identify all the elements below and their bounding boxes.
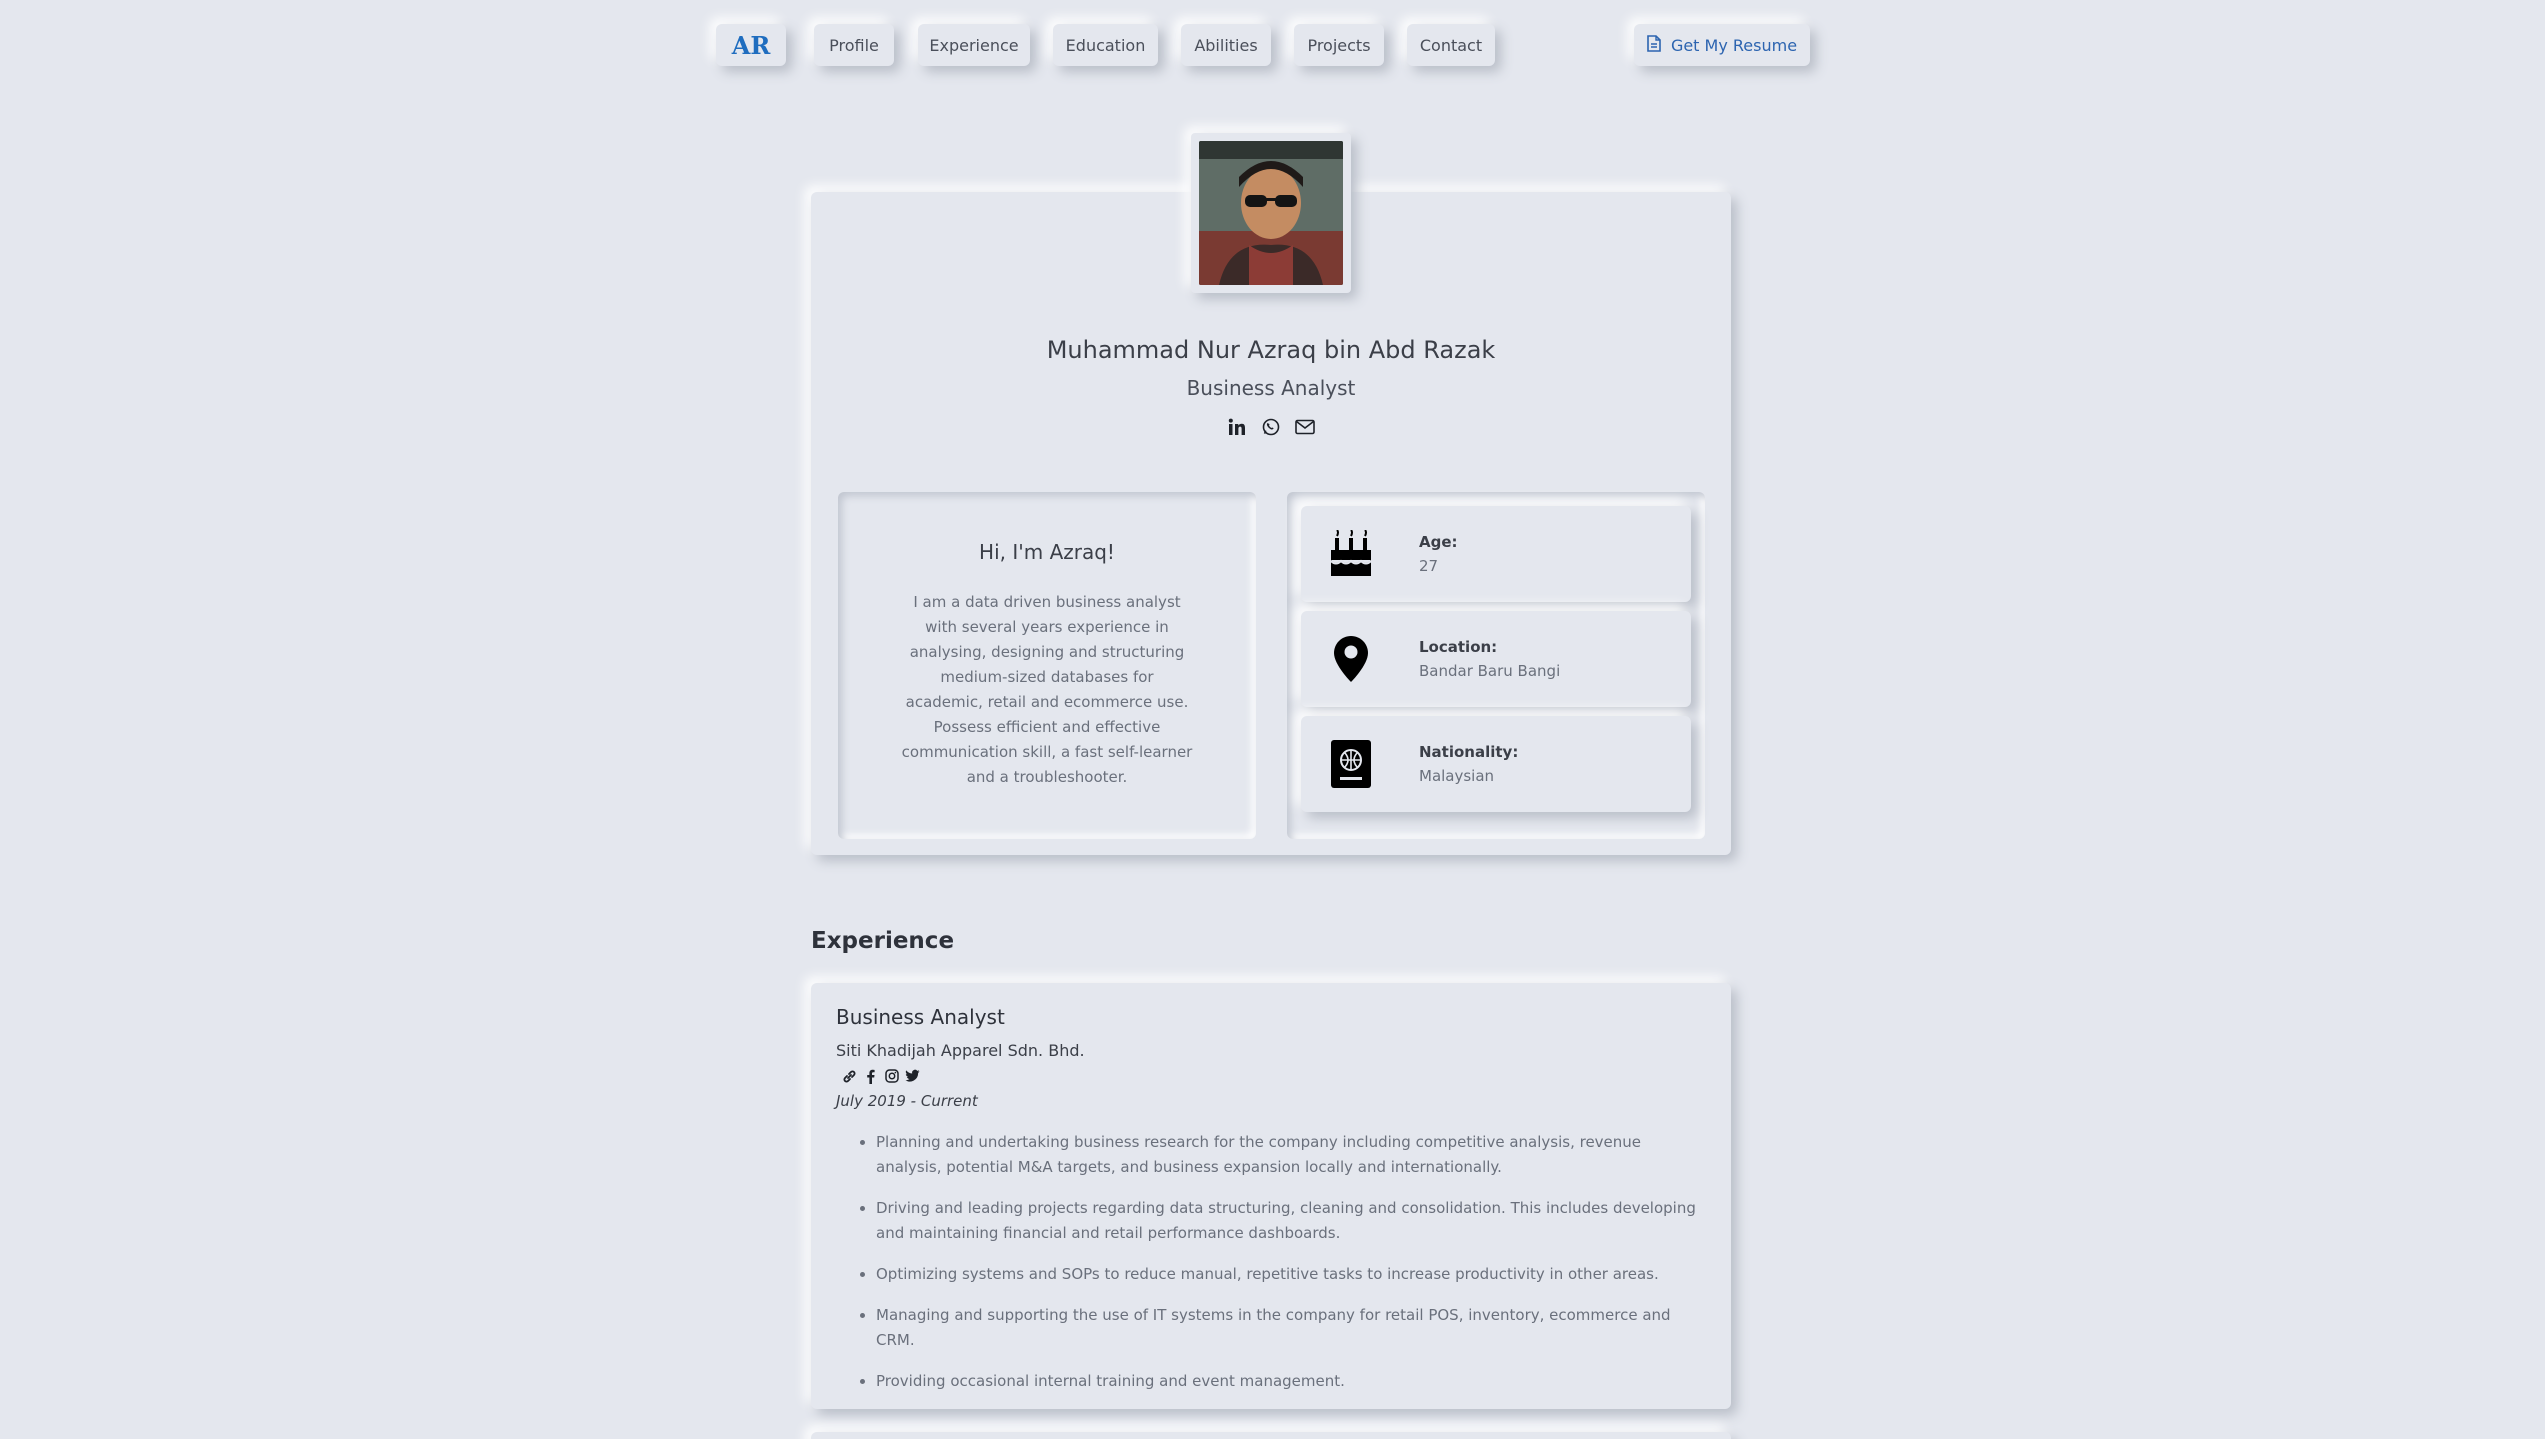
link-icon[interactable] <box>842 1068 857 1084</box>
map-pin-icon <box>1327 632 1375 686</box>
list-item: Driving and leading projects regarding d… <box>876 1196 1706 1246</box>
fact-location: Location: Bandar Baru Bangi <box>1301 611 1691 707</box>
nav-item-abilities[interactable]: Abilities <box>1181 24 1271 66</box>
job-period: July 2019 - Current <box>836 1092 978 1110</box>
social-links <box>811 416 1731 438</box>
fact-age: Age: 27 <box>1301 506 1691 602</box>
experience-card: Business Analyst Siti Khadijah Apparel S… <box>811 983 1731 1409</box>
profile-role: Business Analyst <box>1186 376 1356 400</box>
top-navbar: AR Profile Experience Education Abilitie… <box>0 22 2545 70</box>
intro-box: Hi, I'm Azraq! I am a data driven busine… <box>838 492 1256 839</box>
fact-nationality-label: Nationality: <box>1419 743 1519 761</box>
next-experience-card <box>811 1432 1731 1439</box>
job-responsibilities: Planning and undertaking business resear… <box>836 1130 1706 1394</box>
fact-location-label: Location: <box>1419 638 1498 656</box>
nav-item-experience[interactable]: Experience <box>918 24 1030 66</box>
intro-title: Hi, I'm Azraq! <box>979 540 1115 564</box>
instagram-icon[interactable] <box>884 1068 899 1084</box>
nav-item-education[interactable]: Education <box>1053 24 1158 66</box>
get-resume-button[interactable]: Get My Resume <box>1634 24 1810 66</box>
avatar <box>1199 141 1343 285</box>
fact-location-value: Bandar Baru Bangi <box>1419 662 1561 680</box>
facebook-icon[interactable] <box>863 1068 878 1084</box>
list-item: Managing and supporting the use of IT sy… <box>876 1303 1706 1353</box>
nav-item-profile[interactable]: Profile <box>814 24 894 66</box>
passport-icon <box>1327 737 1375 791</box>
fact-nationality: Nationality: Malaysian <box>1301 716 1691 812</box>
facts-box: Age: 27 Location: Bandar Baru Bangi Nati… <box>1287 492 1705 839</box>
envelope-icon[interactable] <box>1294 416 1316 438</box>
intro-text: I am a data driven business analyst with… <box>901 593 1193 786</box>
birthday-cake-icon <box>1327 527 1375 581</box>
document-icon <box>1647 34 1661 56</box>
company-links <box>842 1068 1706 1084</box>
list-item: Planning and undertaking business resear… <box>876 1130 1706 1180</box>
list-item: Optimizing systems and SOPs to reduce ma… <box>876 1262 1706 1287</box>
job-company: Siti Khadijah Apparel Sdn. Bhd. <box>836 1041 1085 1060</box>
linkedin-icon[interactable] <box>1226 416 1248 438</box>
fact-age-value: 27 <box>1419 557 1439 575</box>
get-resume-label: Get My Resume <box>1670 35 1798 55</box>
profile-name: Muhammad Nur Azraq bin Abd Razak <box>1046 336 1496 364</box>
fact-nationality-value: Malaysian <box>1419 767 1495 785</box>
fact-age-label: Age: <box>1419 533 1458 551</box>
nav-item-projects[interactable]: Projects <box>1294 24 1384 66</box>
avatar-frame <box>1191 133 1351 293</box>
job-title: Business Analyst <box>836 1005 1005 1029</box>
twitter-icon[interactable] <box>905 1068 920 1084</box>
whatsapp-icon[interactable] <box>1260 416 1282 438</box>
nav-item-contact[interactable]: Contact <box>1407 24 1495 66</box>
logo-button[interactable]: AR <box>716 24 786 66</box>
experience-heading: Experience <box>811 928 955 954</box>
list-item: Providing occasional internal training a… <box>876 1369 1706 1394</box>
